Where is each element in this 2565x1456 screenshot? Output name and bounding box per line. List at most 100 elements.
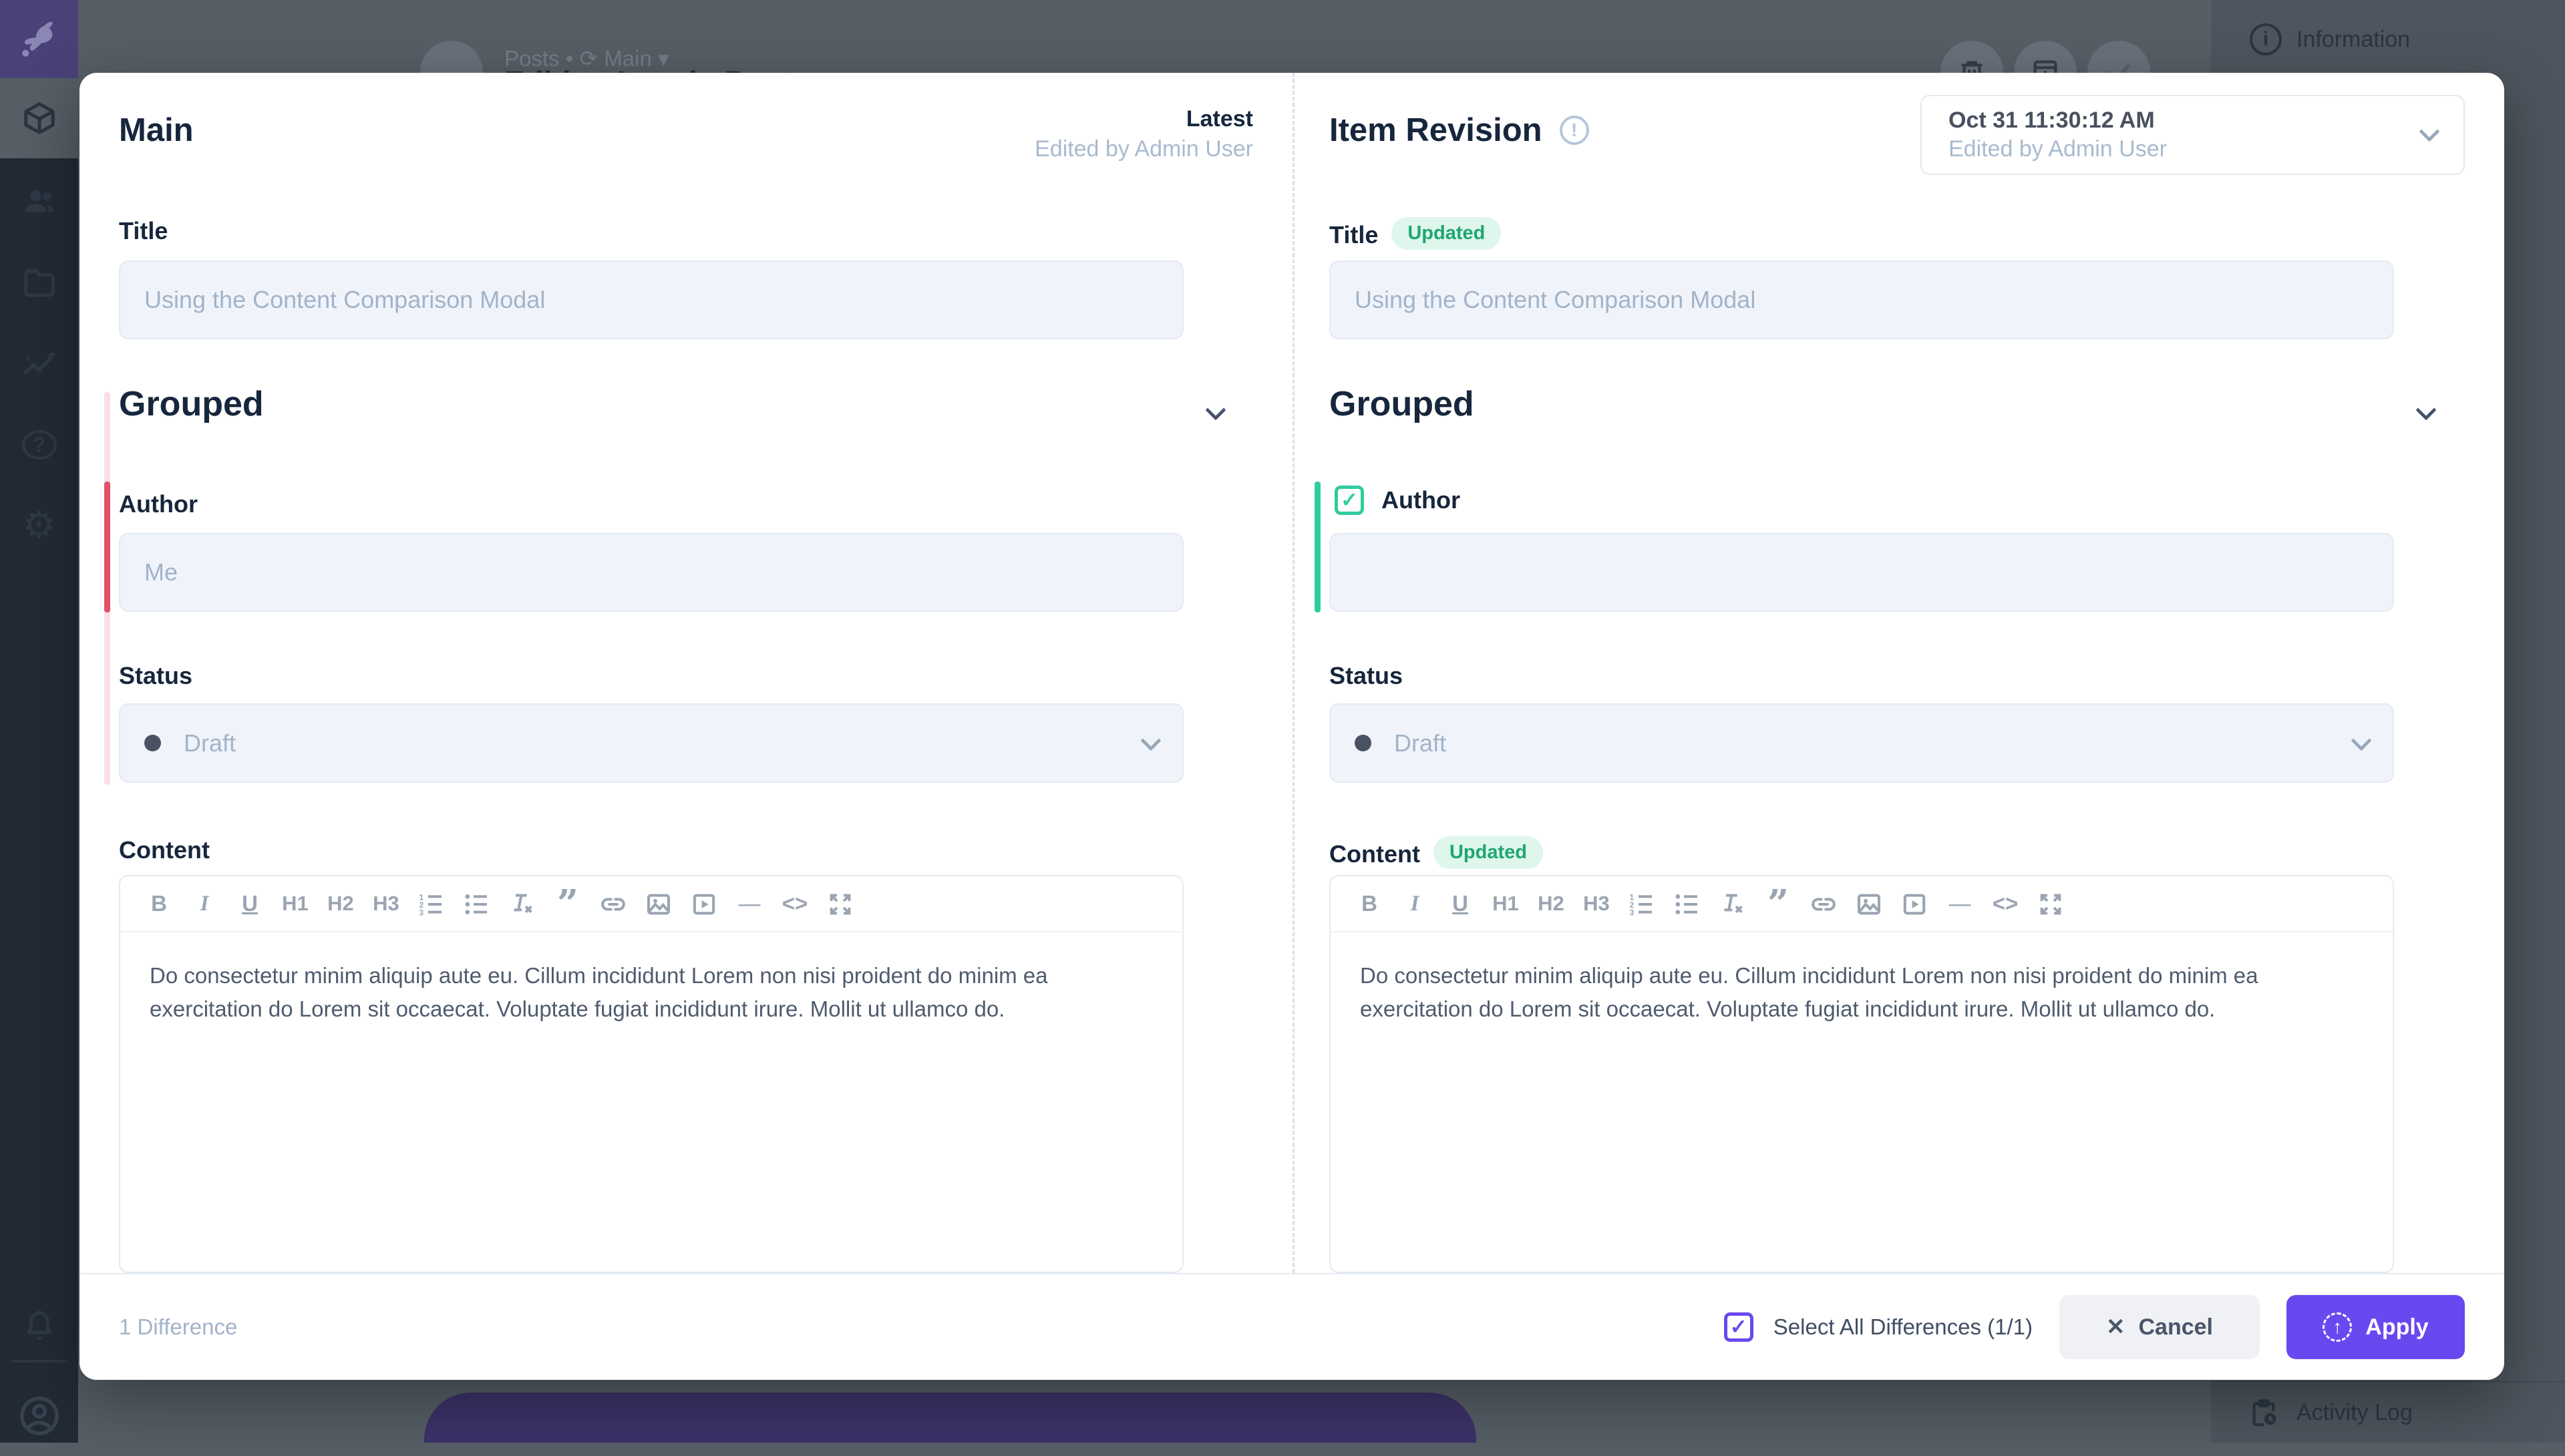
- bullet-list-icon[interactable]: [454, 890, 500, 917]
- content-comparison-modal: Main Latest Edited by Admin User Title U…: [79, 73, 2504, 1380]
- content-field-label: Content: [1329, 840, 1420, 868]
- module-sidebar: ? ⚙: [0, 0, 78, 1443]
- directus-logo[interactable]: [0, 0, 78, 78]
- fullscreen-icon[interactable]: [2028, 890, 2073, 917]
- select-all-label: Select All Differences (1/1): [1773, 1314, 2033, 1340]
- group-header: Grouped: [119, 384, 264, 424]
- italic-icon[interactable]: I: [1392, 892, 1437, 916]
- cancel-button[interactable]: ✕ Cancel: [2059, 1295, 2260, 1359]
- clear-format-icon[interactable]: [500, 890, 545, 917]
- select-all-checkbox[interactable]: ✓: [1724, 1312, 1753, 1342]
- horizontal-rule-icon[interactable]: —: [727, 891, 772, 916]
- differences-count: 1 Difference: [119, 1314, 237, 1340]
- commit-icon: ↑: [2323, 1312, 2352, 1342]
- editor-text[interactable]: Do consectetur minim aliquip aute eu. Ci…: [1331, 932, 2346, 1053]
- chevron-down-icon: [2351, 730, 2371, 751]
- activity-log-bar[interactable]: Activity Log: [2211, 1381, 2565, 1443]
- ordered-list-icon[interactable]: [1619, 890, 1665, 917]
- sidebar-item-content[interactable]: [0, 78, 78, 158]
- title-input[interactable]: Using the Content Comparison Modal: [119, 260, 1184, 339]
- author-field-label: Author: [119, 490, 198, 518]
- link-icon[interactable]: [590, 890, 636, 917]
- title-field-label: Title: [1329, 221, 1378, 248]
- revision-selector[interactable]: Oct 31 11:30:12 AM Edited by Admin User: [1920, 95, 2465, 175]
- page-hero-blob: [424, 1393, 1476, 1443]
- image-icon[interactable]: [1846, 890, 1892, 917]
- video-icon[interactable]: [1892, 890, 1937, 917]
- status-field-label: Status: [119, 662, 192, 690]
- content-editor[interactable]: BIUH1H2H3 ” —<> Do consectetur minim aliqu…: [119, 875, 1184, 1273]
- right-pane-title: Item Revision: [1329, 112, 1542, 149]
- italic-icon[interactable]: I: [182, 892, 227, 916]
- pane-divider: [1293, 73, 1295, 1273]
- code-icon[interactable]: <>: [772, 891, 818, 916]
- changed-field-accent-red: [104, 482, 110, 612]
- notifications-button[interactable]: [0, 1286, 78, 1366]
- editor-toolbar: BIUH1H2H3 ” —<>: [1331, 876, 2393, 932]
- sidebar-item-settings[interactable]: ⚙: [0, 485, 78, 565]
- h2-icon[interactable]: H2: [318, 892, 363, 916]
- status-field-label: Status: [1329, 662, 1403, 690]
- version-label: Latest: [852, 106, 1253, 132]
- h2-icon[interactable]: H2: [1528, 892, 1574, 916]
- info-icon: i: [2250, 23, 2282, 55]
- ordered-list-icon[interactable]: [409, 890, 454, 917]
- bullet-list-icon[interactable]: [1665, 890, 1710, 917]
- apply-button[interactable]: ↑ Apply: [2286, 1295, 2465, 1359]
- status-select[interactable]: Draft: [119, 703, 1184, 783]
- info-panel-title: Information: [2296, 27, 2410, 53]
- activity-log-label: Activity Log: [2296, 1400, 2413, 1426]
- fullscreen-icon[interactable]: [818, 890, 863, 917]
- left-pane-title: Main: [119, 112, 194, 149]
- h1-icon[interactable]: H1: [273, 892, 318, 916]
- sidebar-item-users[interactable]: [0, 162, 78, 242]
- author-input[interactable]: [1329, 533, 2394, 612]
- h3-icon[interactable]: H3: [363, 892, 409, 916]
- underline-icon[interactable]: U: [1437, 891, 1483, 916]
- field-diff-checkbox[interactable]: ✓: [1335, 486, 1364, 515]
- author-field-label: Author: [1381, 486, 1460, 514]
- chevron-down-icon[interactable]: [1205, 399, 1226, 420]
- changed-field-accent-green: [1315, 482, 1321, 612]
- activity-log-icon: [2248, 1397, 2279, 1428]
- underline-icon[interactable]: U: [227, 891, 273, 916]
- blockquote-icon[interactable]: ”: [1755, 897, 1801, 910]
- title-field-label: Title: [119, 217, 168, 245]
- editor-text[interactable]: Do consectetur minim aliquip aute eu. Ci…: [120, 932, 1136, 1053]
- bold-icon[interactable]: B: [136, 891, 182, 916]
- title-input[interactable]: Using the Content Comparison Modal: [1329, 260, 2394, 339]
- clear-format-icon[interactable]: [1710, 890, 1755, 917]
- sidebar-item-files[interactable]: [0, 243, 78, 323]
- h3-icon[interactable]: H3: [1574, 892, 1619, 916]
- status-dot-icon: [144, 735, 161, 751]
- chevron-down-icon[interactable]: [2415, 399, 2436, 420]
- sidebar-item-insights[interactable]: [0, 325, 78, 405]
- content-field-label: Content: [119, 836, 210, 864]
- status-select[interactable]: Draft: [1329, 703, 2394, 783]
- code-icon[interactable]: <>: [1983, 891, 2028, 916]
- status-dot-icon: [1355, 735, 1371, 751]
- chevron-down-icon: [2419, 121, 2439, 142]
- user-avatar[interactable]: [0, 1376, 78, 1456]
- help-icon: ?: [22, 430, 57, 460]
- group-header: Grouped: [1329, 384, 1474, 424]
- bold-icon[interactable]: B: [1347, 891, 1392, 916]
- chevron-down-icon: [1140, 730, 1161, 751]
- revision-date: Oct 31 11:30:12 AM: [1948, 108, 2167, 134]
- h1-icon[interactable]: H1: [1483, 892, 1528, 916]
- updated-badge: Updated: [1433, 836, 1543, 869]
- close-icon: ✕: [2106, 1314, 2125, 1340]
- video-icon[interactable]: [681, 890, 727, 917]
- updated-badge: Updated: [1391, 217, 1501, 250]
- blockquote-icon[interactable]: ”: [545, 897, 590, 910]
- horizontal-rule-icon[interactable]: —: [1937, 891, 1983, 916]
- gear-icon: ⚙: [22, 506, 55, 544]
- sidebar-divider: [12, 1360, 67, 1362]
- modal-footer: 1 Difference ✓ Select All Differences (1…: [79, 1273, 2504, 1380]
- alert-icon: !: [1560, 116, 1589, 145]
- content-editor[interactable]: BIUH1H2H3 ” —<> Do consectetur minim aliqu…: [1329, 875, 2394, 1273]
- author-input[interactable]: Me: [119, 533, 1184, 612]
- sidebar-item-help[interactable]: ?: [0, 405, 78, 485]
- image-icon[interactable]: [636, 890, 681, 917]
- link-icon[interactable]: [1801, 890, 1846, 917]
